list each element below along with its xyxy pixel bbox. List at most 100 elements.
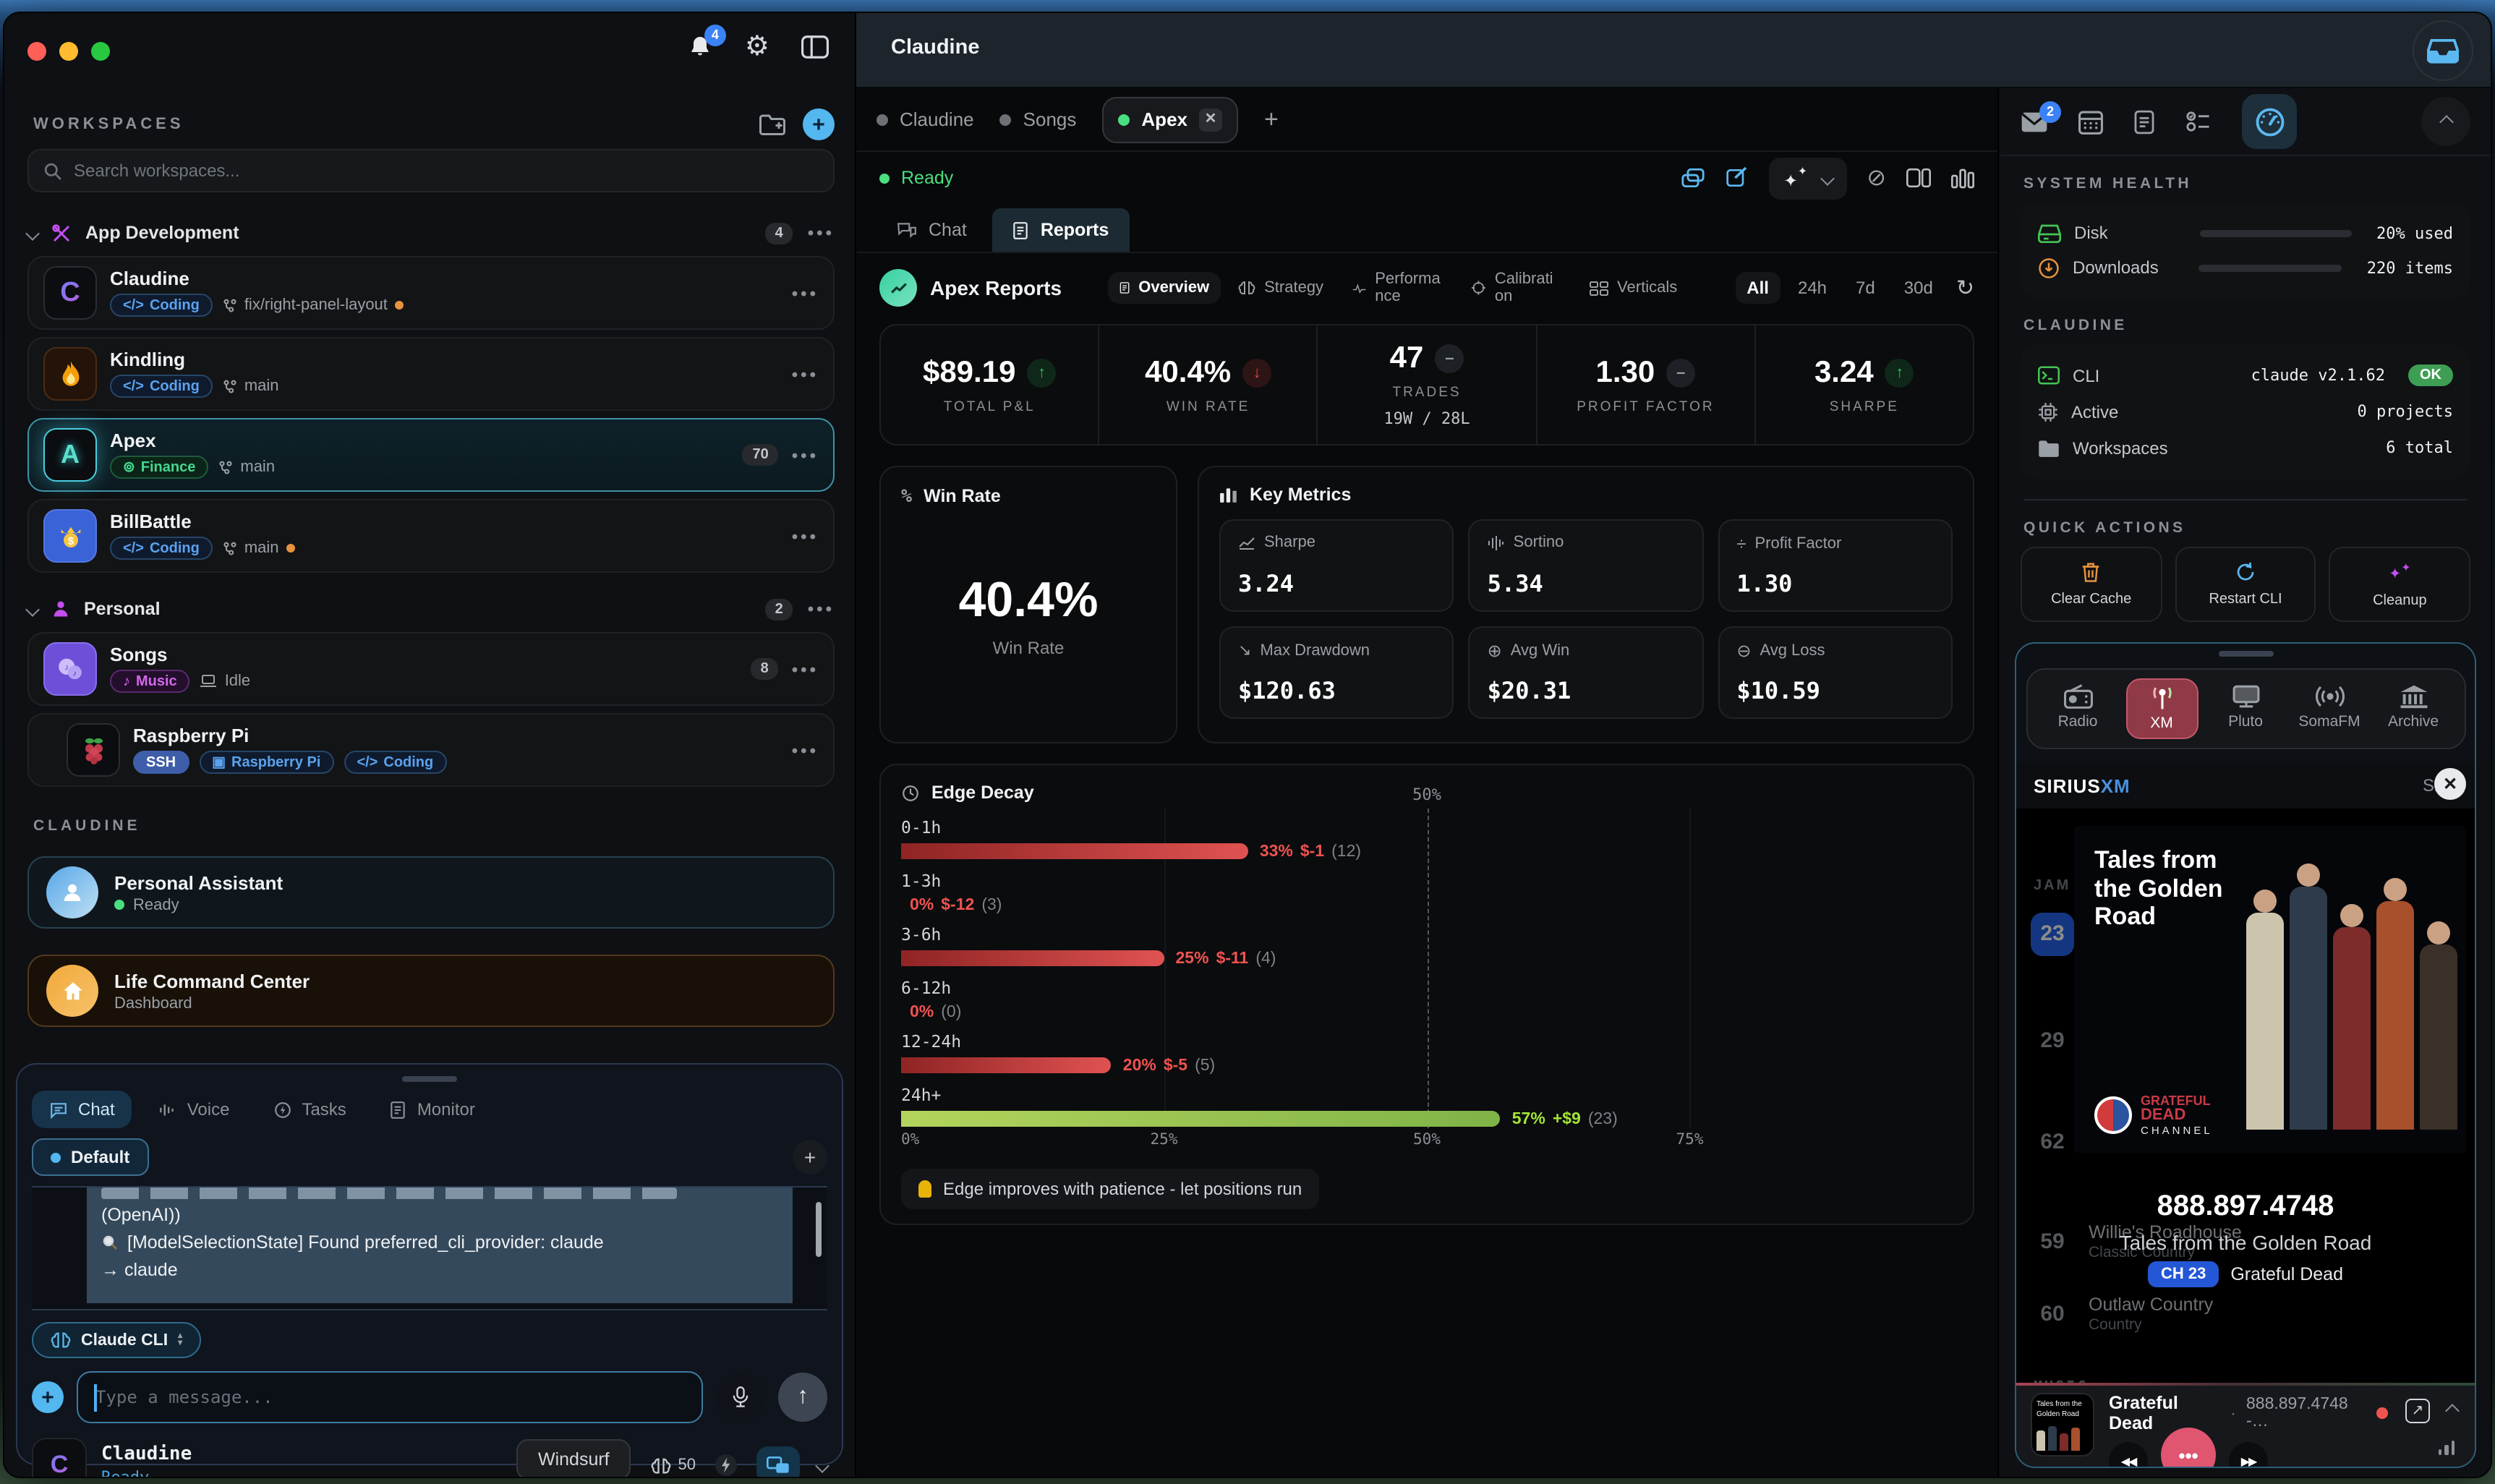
view-tab-reports[interactable]: Reports (993, 208, 1129, 252)
model-selector-chip[interactable]: Claude CLI ▴▾ (32, 1322, 201, 1358)
nav-calibration[interactable]: Calibration (1459, 263, 1572, 312)
workspace-search[interactable] (27, 149, 835, 192)
collapse-dock-button[interactable] (815, 1458, 829, 1472)
toggle-sidebar-button[interactable] (801, 35, 829, 59)
expand-player-button[interactable] (2445, 1404, 2460, 1418)
nav-overview[interactable]: Overview (1108, 272, 1221, 304)
workspace-item-kindling[interactable]: Kindling </> Coding main ••• (27, 337, 835, 411)
range-30d[interactable]: 30d (1893, 272, 1945, 304)
nav-strategy[interactable]: Strategy (1227, 272, 1335, 304)
kindling-avatar (43, 347, 97, 401)
item-menu-button[interactable]: ••• (792, 740, 819, 760)
tab-apex[interactable]: Apex ✕ (1102, 96, 1238, 142)
item-menu-button[interactable]: ••• (792, 283, 819, 303)
collapse-group-icon[interactable] (25, 602, 40, 616)
disable-button[interactable]: ⊘ (1867, 163, 1886, 192)
clear-cache-button[interactable]: Clear Cache (2021, 547, 2162, 622)
group-menu-button[interactable]: ••• (808, 599, 835, 619)
workspace-item-songs[interactable]: ♪♪ Songs ♪ Music Idle 8 ••• (27, 632, 835, 706)
dock-tab-voice[interactable]: Voice (141, 1091, 247, 1128)
pop-out-button[interactable]: ↗ (2405, 1399, 2430, 1423)
range-7d[interactable]: 7d (1844, 272, 1887, 304)
session-chip-default[interactable]: Default (32, 1138, 148, 1176)
settings-button[interactable]: ⚙ (745, 33, 769, 61)
log-scrollbar[interactable] (816, 1202, 822, 1257)
source-xm-active[interactable]: XM (2125, 678, 2198, 739)
x-axis: 0% 25% 50% 75% (901, 1131, 1953, 1154)
tab-songs[interactable]: Songs (1000, 108, 1077, 130)
volume-icon[interactable] (2438, 1441, 2455, 1455)
range-all[interactable]: All (1735, 272, 1780, 304)
message-input[interactable] (95, 1387, 684, 1407)
cleanup-button[interactable]: ✦✦ Cleanup (2329, 547, 2470, 622)
restart-cli-button[interactable]: Restart CLI (2175, 547, 2316, 622)
add-workspace-button[interactable]: + (803, 108, 835, 140)
item-menu-button[interactable]: ••• (792, 445, 819, 465)
refresh-button[interactable]: ↻ (1956, 275, 1974, 301)
attach-button[interactable]: + (32, 1381, 64, 1413)
new-tab-button[interactable]: + (1264, 105, 1279, 134)
range-24h[interactable]: 24h (1786, 272, 1838, 304)
item-menu-button[interactable]: ••• (792, 526, 819, 546)
system-tab-active[interactable] (2242, 94, 2297, 149)
dock-tab-chat[interactable]: Chat (32, 1091, 132, 1128)
message-input-wrap[interactable] (77, 1371, 703, 1423)
nav-performance[interactable]: Performance (1341, 263, 1454, 312)
previous-button[interactable]: ◀◀ (2109, 1441, 2148, 1468)
new-folder-button[interactable] (759, 113, 785, 136)
workspace-item-claudine[interactable]: C Claudine </> Coding fix/right-panel-la… (27, 256, 835, 330)
next-button[interactable]: ▶▶ (2229, 1441, 2268, 1468)
item-count-badge: 70 (743, 444, 779, 466)
copy-button[interactable] (1681, 167, 1706, 189)
bolt-button[interactable] (713, 1452, 739, 1478)
ai-actions-button[interactable]: ✦✦ (1770, 157, 1847, 199)
collapse-panel-button[interactable] (2421, 97, 2470, 146)
send-button[interactable]: ↑ (778, 1373, 827, 1422)
source-somafm[interactable]: SomaFM (2293, 678, 2366, 739)
close-window-button[interactable] (27, 42, 46, 61)
split-view-button[interactable] (1906, 168, 1931, 188)
workspace-item-raspberry-pi[interactable]: Raspberry Pi SSH ▣ Raspberry Pi </> Codi… (27, 713, 835, 787)
source-archive[interactable]: Archive (2377, 678, 2449, 739)
nav-verticals[interactable]: Verticals (1578, 272, 1689, 304)
inbox-button[interactable] (2413, 20, 2473, 81)
dock-tab-monitor[interactable]: Monitor (372, 1091, 492, 1128)
personal-assistant-card[interactable]: Personal Assistant Ready (27, 856, 835, 929)
close-tab-icon[interactable]: ✕ (1199, 108, 1222, 131)
now-playing-overlay: 888.897.4748 Tales from the Golden Road … (2016, 1190, 2475, 1287)
stats-button[interactable] (1951, 167, 1974, 189)
notifications-button[interactable]: 4 (687, 34, 713, 60)
chat-log[interactable]: (OpenAI)) [ModelSelectionState] Found pr… (32, 1186, 827, 1310)
group-menu-button[interactable]: ••• (808, 223, 835, 243)
mic-button[interactable] (716, 1373, 765, 1422)
tab-claudine[interactable]: Claudine (877, 108, 974, 130)
notes-tab[interactable] (2133, 109, 2155, 134)
item-menu-button[interactable]: ••• (792, 659, 819, 679)
mail-tab[interactable]: 2 (2021, 111, 2048, 132)
workspace-item-billbattle[interactable]: $ BillBattle </> Coding main ••• (27, 499, 835, 573)
compose-button[interactable] (1726, 166, 1749, 189)
add-session-button[interactable]: + (793, 1140, 827, 1174)
group-app-development[interactable]: App Development (85, 223, 239, 243)
workspace-item-apex[interactable]: A Apex ⊚ Finance main 70 ••• (27, 418, 835, 492)
tasks-tab[interactable] (2185, 110, 2212, 133)
dock-tab-tasks[interactable]: Tasks (255, 1091, 363, 1128)
close-webview-button[interactable]: ✕ (2434, 768, 2466, 800)
item-menu-button[interactable]: ••• (792, 364, 819, 384)
play-pause-button[interactable]: ••• (2161, 1428, 2216, 1468)
band-photo (2246, 840, 2457, 1130)
view-tab-chat[interactable]: Chat (877, 208, 987, 252)
life-command-center-card[interactable]: Life Command Center Dashboard (27, 955, 835, 1027)
search-input[interactable] (74, 161, 819, 181)
calendar-tab[interactable] (2078, 109, 2103, 134)
picture-in-picture-button[interactable] (756, 1446, 800, 1478)
source-pluto[interactable]: Pluto (2209, 678, 2282, 739)
dock-drag-handle[interactable] (402, 1076, 457, 1082)
group-personal[interactable]: Personal (84, 599, 161, 619)
minimize-window-button[interactable] (59, 42, 78, 61)
media-drag-handle[interactable] (2218, 651, 2273, 657)
edge-decay-plot: 0-1h 33%$-1(12) 1-3h 0%$-12(3) (901, 809, 1953, 1128)
source-radio[interactable]: Radio (2042, 678, 2114, 739)
zoom-window-button[interactable] (91, 42, 110, 61)
collapse-group-icon[interactable] (25, 226, 40, 240)
